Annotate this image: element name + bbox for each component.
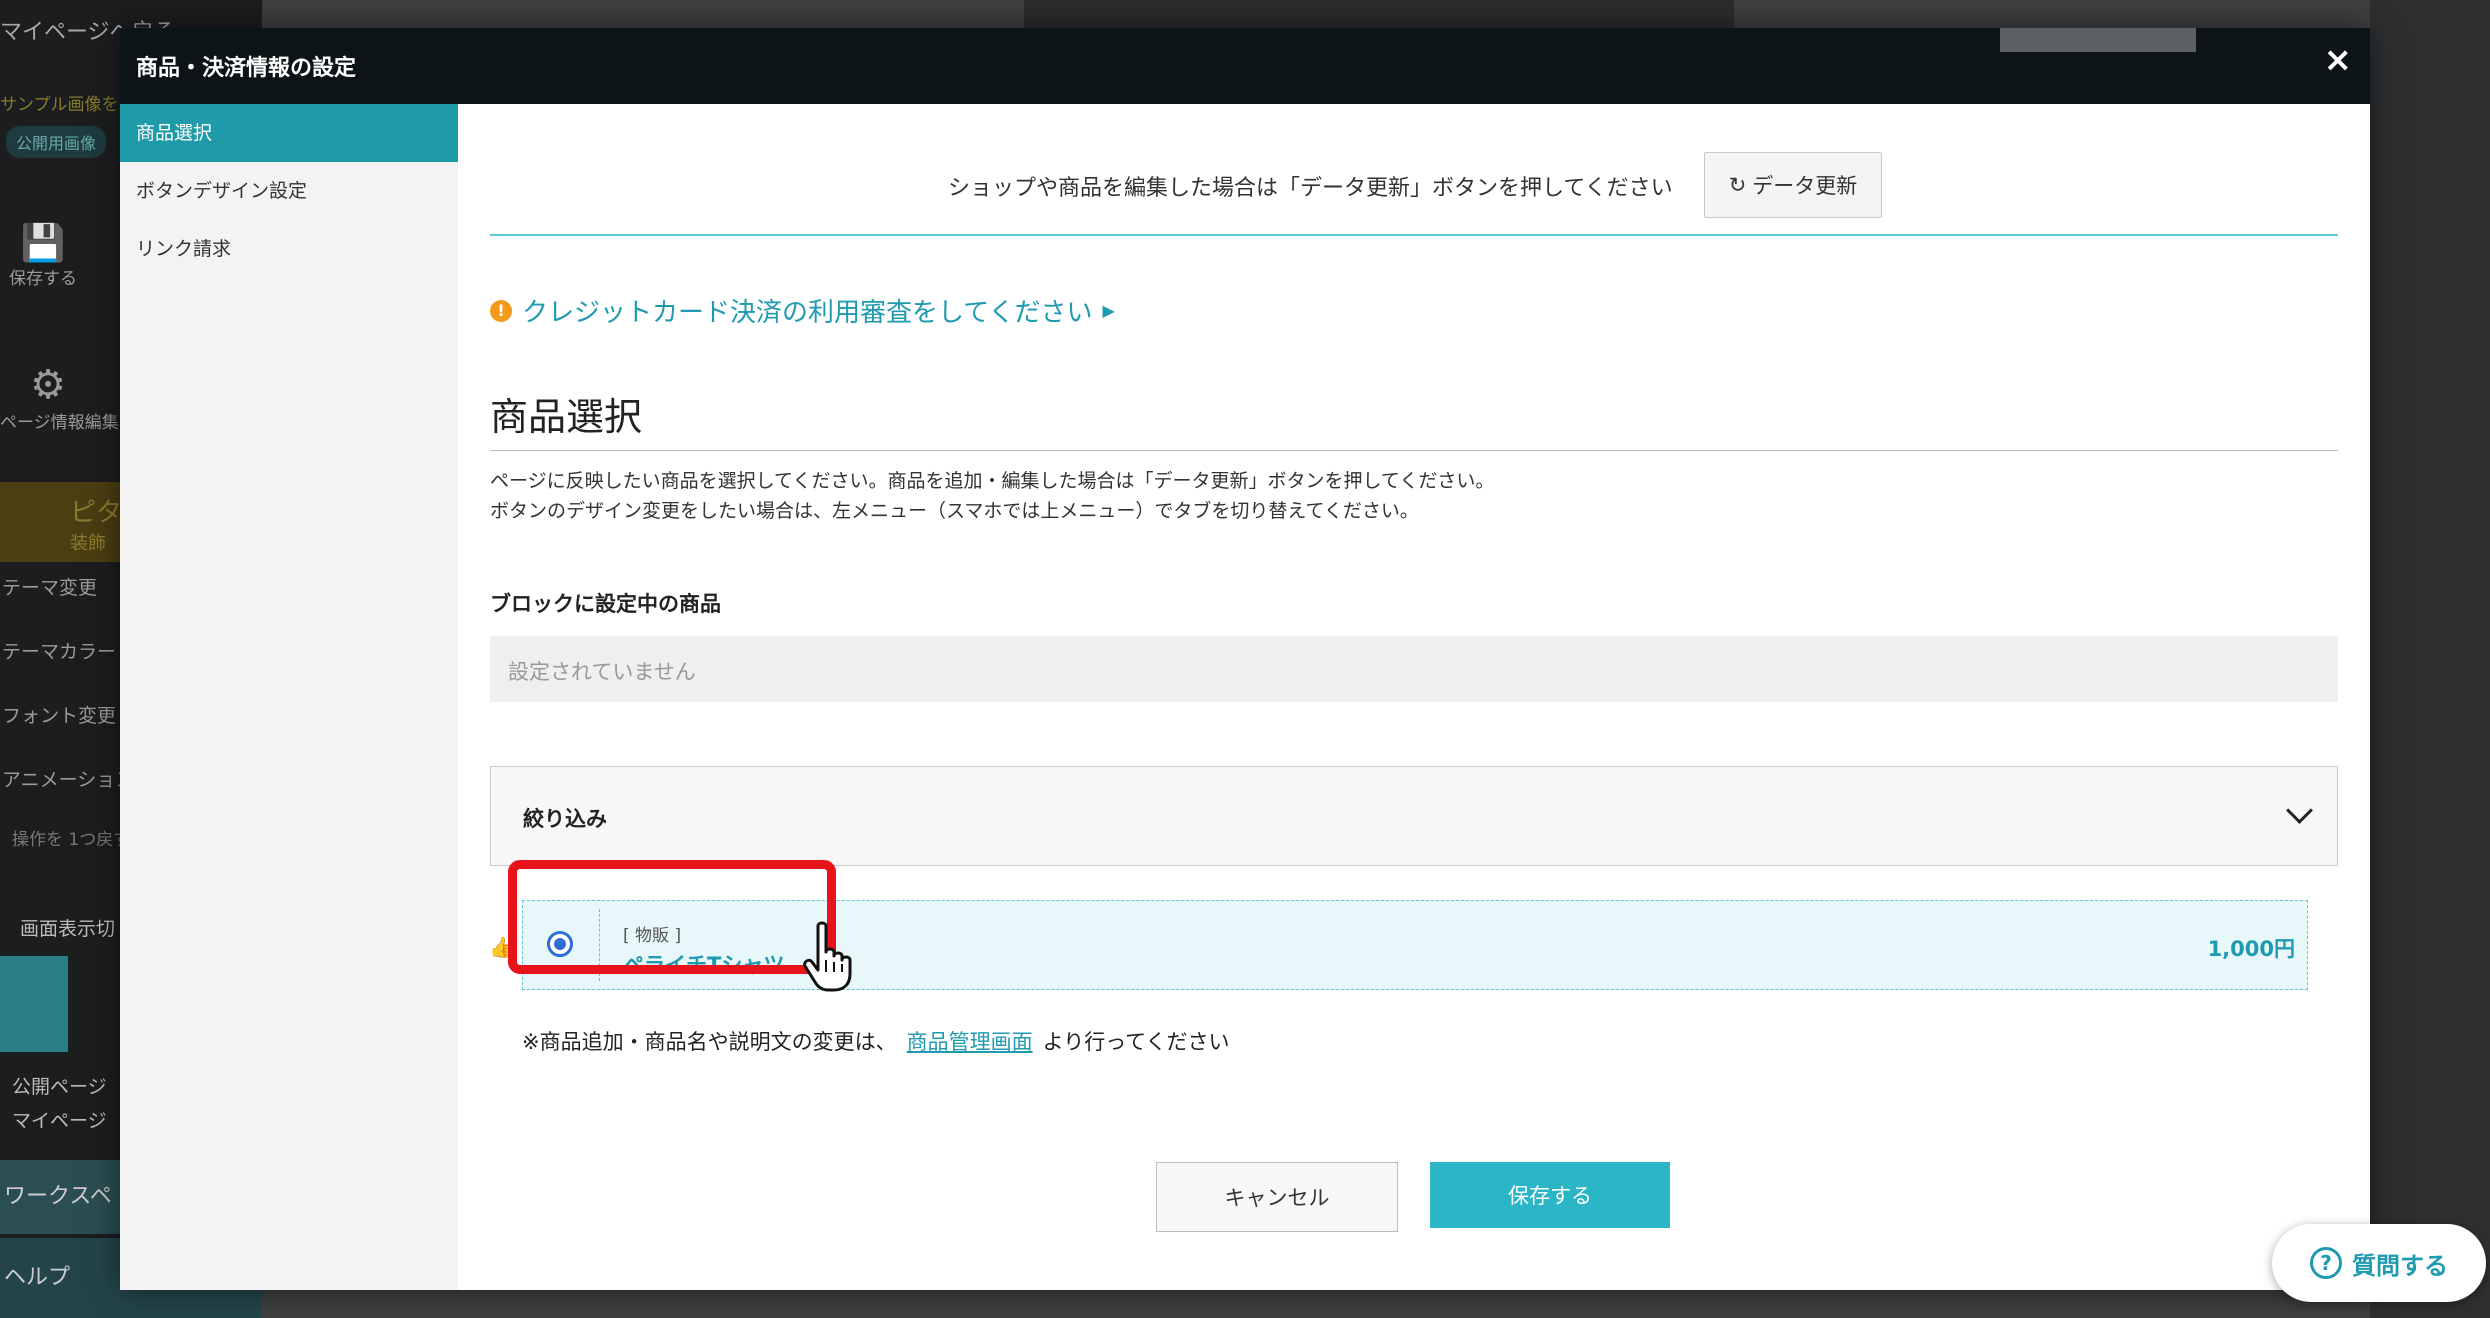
thumbs-up-icon: 👍 [489, 935, 514, 959]
product-admin-link[interactable]: 商品管理画面 [907, 1030, 1033, 1054]
bg-undo-button: 操作を 1つ戻す [12, 830, 131, 850]
product-radio-button[interactable] [547, 931, 573, 957]
current-product-box: 設定されていません [490, 636, 2338, 702]
question-icon: ? [2310, 1247, 2342, 1279]
bg-page-links: 公開ページ マイページ [12, 1070, 107, 1138]
warning-icon: ! [490, 299, 512, 322]
product-category: [ 物販 ] [623, 926, 682, 946]
bg-save-label: 保存する [9, 269, 77, 289]
data-update-label: データ更新 [1752, 174, 1858, 198]
note-prefix: ※商品追加・商品名や説明文の変更は、 [522, 1030, 897, 1054]
product-admin-note: ※商品追加・商品名や説明文の変更は、 商品管理画面 より行ってください [522, 1026, 1230, 1056]
current-product-value: 設定されていません [508, 660, 696, 684]
ask-question-button[interactable]: ? 質問する [2272, 1224, 2486, 1302]
row-divider [599, 909, 600, 981]
ask-question-label: 質問する [2352, 1251, 2448, 1280]
chevron-down-icon [2286, 797, 2313, 824]
data-update-bar: ショップや商品を編集した場合は「データ更新」ボタンを押してください ↻ データ更… [490, 104, 2338, 236]
credit-review-link[interactable]: ! クレジットカード決済の利用審査をしてください ▶ [490, 292, 1115, 329]
section-title: 商品選択 [490, 395, 643, 439]
section-description: ページに反映したい商品を選択してください。商品を追加・編集した場合は「データ更新… [490, 466, 1494, 526]
public-image-badge: 公開用画像 [6, 126, 107, 158]
product-option-row[interactable]: 👍 [ 物販 ] ペライチTシャツ 1,000円 [489, 900, 2308, 990]
modal-side-nav: 商品選択 ボタンデザイン設定 リンク請求 [120, 104, 458, 1290]
save-button[interactable]: 保存する [1430, 1162, 1670, 1228]
current-product-label: ブロックに設定中の商品 [490, 592, 721, 616]
modal-header: 商品・決済情報の設定 × [120, 28, 2370, 104]
refresh-icon: ↻ [1728, 173, 1747, 197]
filter-label: 絞り込み [523, 807, 607, 831]
cancel-button[interactable]: キャンセル [1156, 1162, 1398, 1232]
bg-desktop-view-button [0, 956, 68, 1052]
bg-canvas-block [1024, 0, 1734, 28]
close-icon[interactable]: × [2324, 40, 2353, 80]
gear-icon: ⚙ [30, 362, 66, 408]
hand-pointer-icon [803, 921, 852, 992]
bg-page-info-label: ページ情報編集 [0, 413, 119, 433]
header-tab-marker [2000, 28, 2196, 52]
bg-right-panel [2370, 0, 2490, 1318]
caret-right-icon: ▶ [1102, 301, 1115, 320]
description-line: ページに反映したい商品を選択してください。商品を追加・編集した場合は「データ更新… [490, 470, 1495, 492]
product-price: 1,000円 [2207, 937, 2295, 961]
floppy-icon: 💾 [20, 223, 66, 264]
section-divider [490, 450, 2338, 451]
data-update-instruction: ショップや商品を編集した場合は「データ更新」ボタンを押してください [948, 176, 1673, 201]
description-line: ボタンのデザイン変更をしたい場合は、左メニュー（スマホでは上メニュー）でタブを切… [490, 500, 1419, 522]
data-update-button[interactable]: ↻ データ更新 [1704, 152, 1882, 218]
note-suffix: より行ってください [1042, 1030, 1230, 1054]
modal-title: 商品・決済情報の設定 [136, 56, 357, 81]
nav-item-product-select[interactable]: 商品選択 [120, 104, 458, 162]
credit-review-label: クレジットカード決済の利用審査をしてください [522, 298, 1093, 328]
nav-item-link-billing[interactable]: リンク請求 [120, 220, 458, 278]
bg-public-page-link: 公開ページ [12, 1076, 107, 1098]
bg-mypage-link: マイページ [12, 1110, 107, 1132]
bg-save-button: 💾 保存する [8, 222, 78, 289]
product-name: ペライチTシャツ [623, 953, 785, 977]
bg-page-info-button: ⚙ ページ情報編集 [0, 362, 119, 433]
bg-display-toggle-label: 画面表示切 [20, 918, 116, 940]
nav-item-button-design[interactable]: ボタンデザイン設定 [120, 162, 458, 220]
product-payment-settings-modal: 商品・決済情報の設定 × 商品選択 ボタンデザイン設定 リンク請求 ショップや商… [120, 28, 2370, 1290]
filter-accordion[interactable]: 絞り込み [490, 766, 2338, 866]
sample-image-note: サンプル画像を [0, 95, 119, 115]
